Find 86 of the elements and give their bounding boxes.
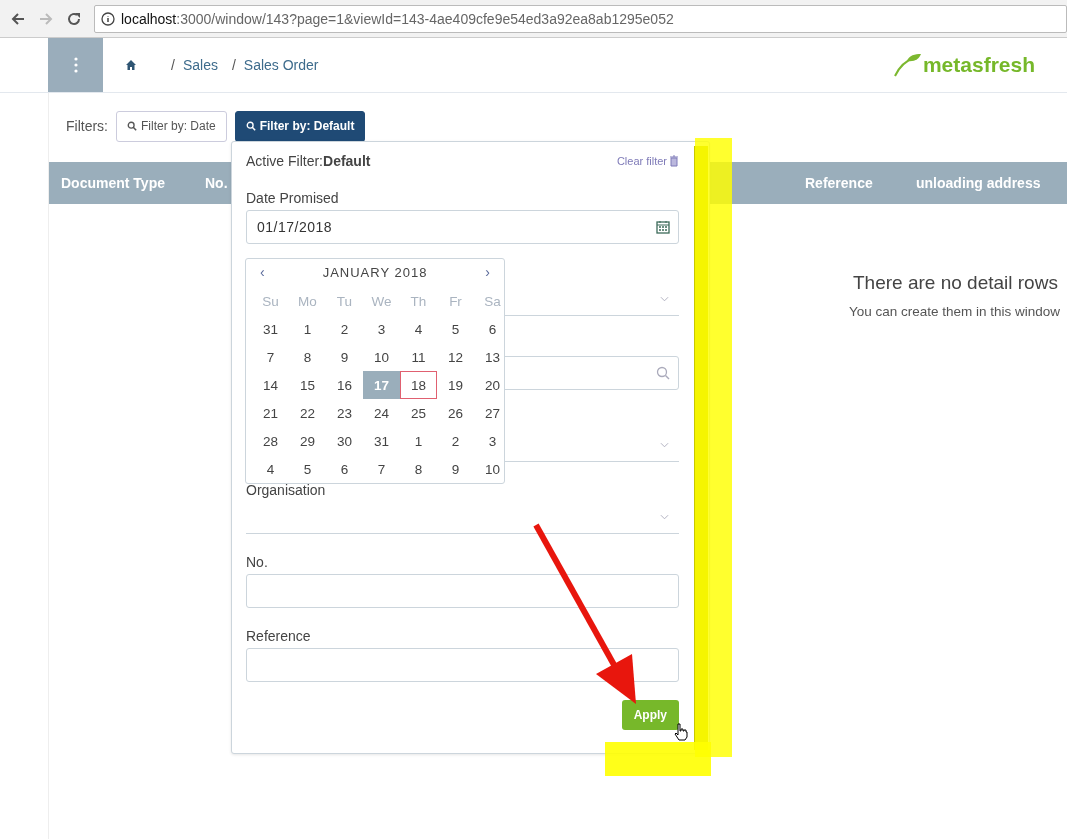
calendar-day[interactable]: 14 xyxy=(252,371,289,399)
search-icon xyxy=(656,366,670,380)
weekday-label: Sa xyxy=(483,292,502,311)
calendar-day[interactable]: 29 xyxy=(289,427,326,455)
calendar-day[interactable]: 7 xyxy=(363,455,400,483)
breadcrumb-link[interactable]: Sales xyxy=(182,57,218,73)
calendar-day[interactable]: 25 xyxy=(400,399,437,427)
weekday-label: We xyxy=(370,292,393,311)
calendar-day[interactable]: 1 xyxy=(289,315,326,343)
calendar-day[interactable]: 9 xyxy=(437,455,474,483)
calendar-day[interactable]: 2 xyxy=(437,427,474,455)
breadcrumb-separator: / xyxy=(231,57,236,73)
filter-button[interactable]: Filter by: Default xyxy=(234,110,366,142)
weekday-label: Tu xyxy=(335,292,354,311)
calendar-day[interactable]: 8 xyxy=(400,455,437,483)
calendar-day[interactable]: 20 xyxy=(474,371,511,399)
input-field[interactable] xyxy=(246,574,679,608)
calendar-day[interactable]: 16 xyxy=(326,371,363,399)
calendar-day[interactable]: 3 xyxy=(363,315,400,343)
calendar-day[interactable]: 6 xyxy=(474,315,511,343)
calendar-day[interactable]: 28 xyxy=(252,427,289,455)
field-label: Reference xyxy=(246,627,312,646)
calendar-day[interactable]: 2 xyxy=(326,315,363,343)
filter-button[interactable]: Filter by: Date xyxy=(116,110,227,142)
weekday-label: Su xyxy=(261,292,280,311)
calendar-day[interactable]: 24 xyxy=(363,399,400,427)
calendar-day[interactable]: 19 xyxy=(437,371,474,399)
reload-icon[interactable] xyxy=(66,10,82,27)
field-label: Organisation xyxy=(246,481,327,500)
search-icon xyxy=(127,121,137,131)
weekday-label: Mo xyxy=(297,292,318,311)
more-icon xyxy=(73,57,78,73)
calendar-day[interactable]: 5 xyxy=(437,315,474,343)
field-label: No. xyxy=(246,553,269,572)
cursor-icon xyxy=(674,723,688,741)
calendar-day[interactable]: 13 xyxy=(474,343,511,371)
calendar-day[interactable]: 11 xyxy=(400,343,437,371)
logo-text: metasfresh xyxy=(922,53,1035,77)
calendar-day[interactable]: 30 xyxy=(326,427,363,455)
calendar-day[interactable]: 26 xyxy=(437,399,474,427)
trash-icon xyxy=(669,155,679,167)
calendar-day[interactable]: 7 xyxy=(252,343,289,371)
info-icon xyxy=(101,11,115,26)
calendar-day[interactable]: 12 xyxy=(437,343,474,371)
breadcrumb-link[interactable]: Sales Order xyxy=(243,57,319,73)
empty-title: There are no detail rows xyxy=(853,272,1058,294)
calendar-day[interactable]: 31 xyxy=(252,315,289,343)
calendar-day[interactable]: 22 xyxy=(289,399,326,427)
calendar-day[interactable]: 21 xyxy=(252,399,289,427)
weekday-label: Th xyxy=(409,292,428,311)
chevron-down-icon xyxy=(660,441,669,448)
chevron-down-icon xyxy=(660,513,669,520)
calendar-day[interactable]: 10 xyxy=(474,455,511,483)
search-icon xyxy=(245,121,256,131)
calendar-day[interactable]: 15 xyxy=(289,371,326,399)
calendar-day[interactable]: 6 xyxy=(326,455,363,483)
month-title: JANUARY 2018 xyxy=(322,264,428,280)
breadcrumb-separator: / xyxy=(171,57,175,73)
calendar-day[interactable]: 5 xyxy=(289,455,326,483)
next-month-button[interactable]: › xyxy=(485,264,490,280)
back-icon[interactable] xyxy=(10,10,26,27)
calendar-day[interactable]: 8 xyxy=(289,343,326,371)
filters-label: Filters: xyxy=(66,118,108,134)
calendar-day[interactable]: 18 xyxy=(400,371,437,399)
address-bar[interactable]: localhost:3000/window/143?page=1&viewId=143-4ae409cfe9e54ed3a92ea8ab1295e052 xyxy=(94,4,1067,33)
input-field[interactable] xyxy=(246,648,679,682)
date-field[interactable]: 01/17/2018 xyxy=(246,210,679,244)
calendar-day[interactable]: 27 xyxy=(474,399,511,427)
calendar-day[interactable]: 3 xyxy=(474,427,511,455)
calendar-day[interactable]: 10 xyxy=(363,343,400,371)
field-label: Date Promised xyxy=(246,189,340,208)
active-filter-text: Active Filter:Default xyxy=(246,153,371,169)
calendar-day[interactable]: 4 xyxy=(252,455,289,483)
home-icon[interactable] xyxy=(125,59,137,71)
calendar-day[interactable]: 23 xyxy=(326,399,363,427)
calendar-day[interactable]: 9 xyxy=(326,343,363,371)
calendar-day[interactable]: 1 xyxy=(400,427,437,455)
calendar-day[interactable]: 4 xyxy=(400,315,437,343)
chevron-down-icon xyxy=(660,295,669,302)
empty-text: You can create them in this window xyxy=(849,304,1061,319)
weekday-label: Fr xyxy=(448,292,463,311)
previous-month-button[interactable]: ‹ xyxy=(260,264,265,280)
calendar-day[interactable]: 31 xyxy=(363,427,400,455)
clear-filter-link[interactable]: Clear filter xyxy=(616,155,679,167)
leaf-icon xyxy=(892,53,923,77)
calendar-icon[interactable] xyxy=(656,220,670,234)
